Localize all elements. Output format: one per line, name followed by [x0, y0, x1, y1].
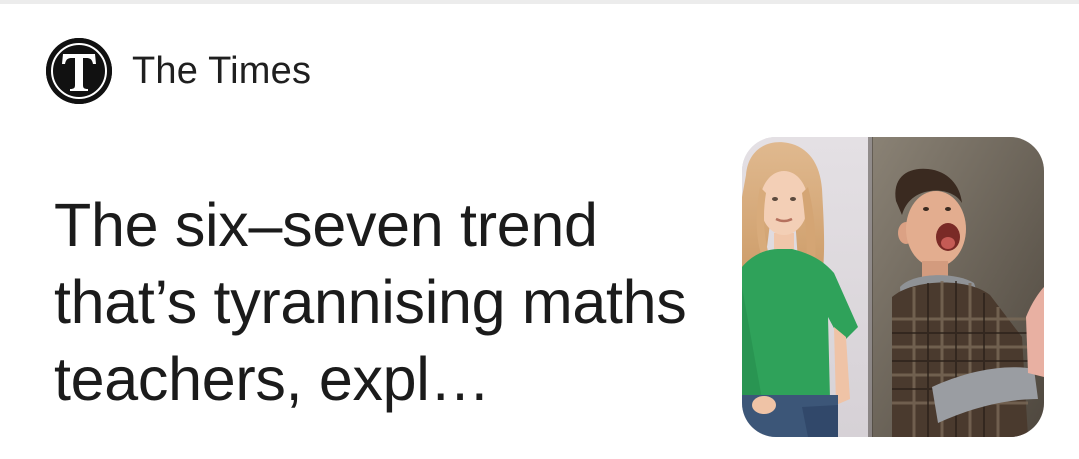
article-headline[interactable]: The six–seven trend that’s tyrannising m…	[54, 187, 734, 418]
article-thumbnail[interactable]	[742, 137, 1044, 437]
article-photo-icon	[742, 137, 1044, 437]
source-name: The Times	[132, 49, 312, 92]
news-source[interactable]: The Times	[46, 38, 311, 104]
times-logo-icon	[46, 38, 112, 104]
top-divider	[0, 0, 1079, 4]
